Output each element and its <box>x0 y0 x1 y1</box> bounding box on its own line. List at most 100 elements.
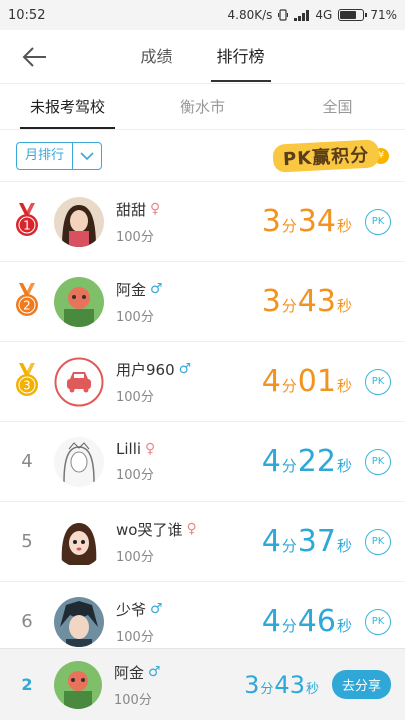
my-info: 阿金 ♂ 100分 <box>114 662 244 708</box>
my-rank-number: 2 <box>21 675 33 694</box>
pk-banner-text: PK赢积分 <box>272 138 380 173</box>
my-time-sec: 43 <box>274 670 305 699</box>
exam-time: 4 分 22 秒 <box>262 444 353 479</box>
name-line: 少爷 ♂ <box>116 599 262 620</box>
time-seconds-unit: 秒 <box>336 217 352 235</box>
female-icon: ♀ <box>186 521 197 537</box>
user-avatar[interactable] <box>54 196 104 247</box>
rank-medal-icon: 2 <box>14 282 40 321</box>
rank-cell: 5 <box>0 531 54 552</box>
my-time-min-unit: 分 <box>260 681 274 697</box>
scope-tab-no-school[interactable]: 未报考驾校 <box>0 84 135 129</box>
time-seconds: 22 <box>297 444 336 479</box>
exam-time: 4 分 37 秒 <box>262 524 353 559</box>
user-name: wo哭了谁 <box>116 520 183 539</box>
status-bar: 10:52 4.80K/s 4G 71% <box>0 0 405 30</box>
user-name: Lilli <box>116 440 142 458</box>
male-icon: ♂ <box>150 601 163 617</box>
my-time-min: 3 <box>244 670 260 699</box>
rank-cell: 4 <box>0 451 54 472</box>
network-speed: 4.80K/s <box>227 8 273 22</box>
time-seconds-unit: 秒 <box>336 377 352 395</box>
male-icon: ♂ <box>178 361 192 377</box>
female-icon: ♀ <box>150 201 161 217</box>
rank-number: 6 <box>21 611 33 632</box>
time-minutes: 4 <box>261 444 281 479</box>
scope-tab-national[interactable]: 全国 <box>270 84 405 129</box>
user-avatar[interactable] <box>54 276 104 327</box>
time-seconds-unit: 秒 <box>336 297 352 315</box>
exam-time: 4 分 01 秒 <box>262 364 353 399</box>
status-right: 4.80K/s 4G 71% <box>228 8 398 22</box>
user-name: 用户960 <box>116 360 175 379</box>
pk-earn-points-banner[interactable]: PK赢积分 ¥ <box>272 138 389 173</box>
user-avatar[interactable] <box>54 357 104 407</box>
time-seconds: 43 <box>297 284 336 319</box>
svg-text:3: 3 <box>23 378 31 392</box>
time-minutes: 4 <box>261 604 281 639</box>
rank-medal-icon: 3 <box>14 362 40 401</box>
user-avatar[interactable] <box>54 516 104 567</box>
time-minutes: 4 <box>261 364 281 399</box>
rank-cell: 2 <box>0 282 54 321</box>
filter-row: 月排行 PK赢积分 ¥ <box>0 130 405 182</box>
user-name: 阿金 <box>116 280 147 299</box>
chevron-down-icon <box>73 151 101 161</box>
time-seconds: 37 <box>297 524 336 559</box>
user-info: 甜甜 ♀ 100分 <box>116 199 262 245</box>
battery-icon <box>338 9 368 21</box>
name-line: wo哭了谁 ♀ <box>116 519 262 540</box>
network-type: 4G <box>315 8 333 22</box>
ranking-row[interactable]: 3 用户960 ♂ 100分 4 分 01 秒 PK <box>0 342 405 422</box>
time-minutes-unit: 分 <box>281 297 297 315</box>
user-score: 100分 <box>116 309 154 325</box>
male-icon: ♂ <box>148 664 161 680</box>
scope-tabs: 未报考驾校 衡水市 全国 <box>0 84 405 130</box>
my-name: 阿金 <box>114 663 145 682</box>
pk-button[interactable]: PK <box>365 528 391 555</box>
user-name: 少爷 <box>116 600 147 619</box>
my-time: 3 分 43 秒 <box>244 671 320 699</box>
user-info: Lilli ♀ 100分 <box>116 440 262 483</box>
tab-results[interactable]: 成绩 <box>134 30 178 84</box>
my-score: 100分 <box>114 692 152 708</box>
pk-button[interactable]: PK <box>365 448 391 475</box>
name-line: Lilli ♀ <box>116 440 262 458</box>
female-icon: ♀ <box>145 441 156 457</box>
user-info: 少爷 ♂ 100分 <box>116 599 262 645</box>
my-time-sec-unit: 秒 <box>305 681 319 697</box>
time-minutes-unit: 分 <box>281 217 297 235</box>
time-seconds-unit: 秒 <box>336 537 352 555</box>
ranking-row[interactable]: 2 阿金 ♂ 100分 3 分 43 秒 <box>0 262 405 342</box>
user-avatar[interactable] <box>54 596 104 647</box>
pk-button[interactable]: PK <box>365 368 391 395</box>
scope-tab-city[interactable]: 衡水市 <box>135 84 270 129</box>
user-score: 100分 <box>116 549 154 565</box>
back-arrow-icon[interactable] <box>20 42 50 72</box>
user-avatar[interactable] <box>54 436 104 487</box>
pk-button[interactable]: PK <box>365 608 391 635</box>
my-name-line: 阿金 ♂ <box>114 662 244 683</box>
user-name: 甜甜 <box>116 200 147 219</box>
ranking-row[interactable]: 5 wo哭了谁 ♀ 100分 4 分 37 秒 PK <box>0 502 405 582</box>
tab-leaderboard[interactable]: 排行榜 <box>210 30 271 84</box>
signal-icon <box>294 9 310 21</box>
share-button[interactable]: 去分享 <box>331 670 391 699</box>
ranking-list: 1 甜甜 ♀ 100分 3 分 34 秒 PK 2 阿金 ♂ 100分 3 分 43 秒 3 用户960 ♂ 100… <box>0 182 405 662</box>
time-seconds-unit: 秒 <box>336 457 352 475</box>
rank-number: 5 <box>21 531 33 552</box>
my-avatar[interactable] <box>54 660 102 709</box>
battery-percent: 71% <box>370 8 397 22</box>
pk-button[interactable]: PK <box>365 208 391 235</box>
time-seconds: 34 <box>297 204 336 239</box>
user-score: 100分 <box>116 389 154 405</box>
time-seconds: 01 <box>297 364 336 399</box>
exam-time: 3 分 34 秒 <box>262 204 353 239</box>
ranking-row[interactable]: 4 Lilli ♀ 100分 4 分 22 秒 PK <box>0 422 405 502</box>
ranking-row[interactable]: 1 甜甜 ♀ 100分 3 分 34 秒 PK <box>0 182 405 262</box>
rank-medal-icon: 1 <box>14 202 40 241</box>
user-info: wo哭了谁 ♀ 100分 <box>116 519 262 565</box>
period-dropdown[interactable]: 月排行 <box>16 141 103 170</box>
user-info: 用户960 ♂ 100分 <box>116 359 262 405</box>
period-dropdown-label: 月排行 <box>17 142 74 169</box>
